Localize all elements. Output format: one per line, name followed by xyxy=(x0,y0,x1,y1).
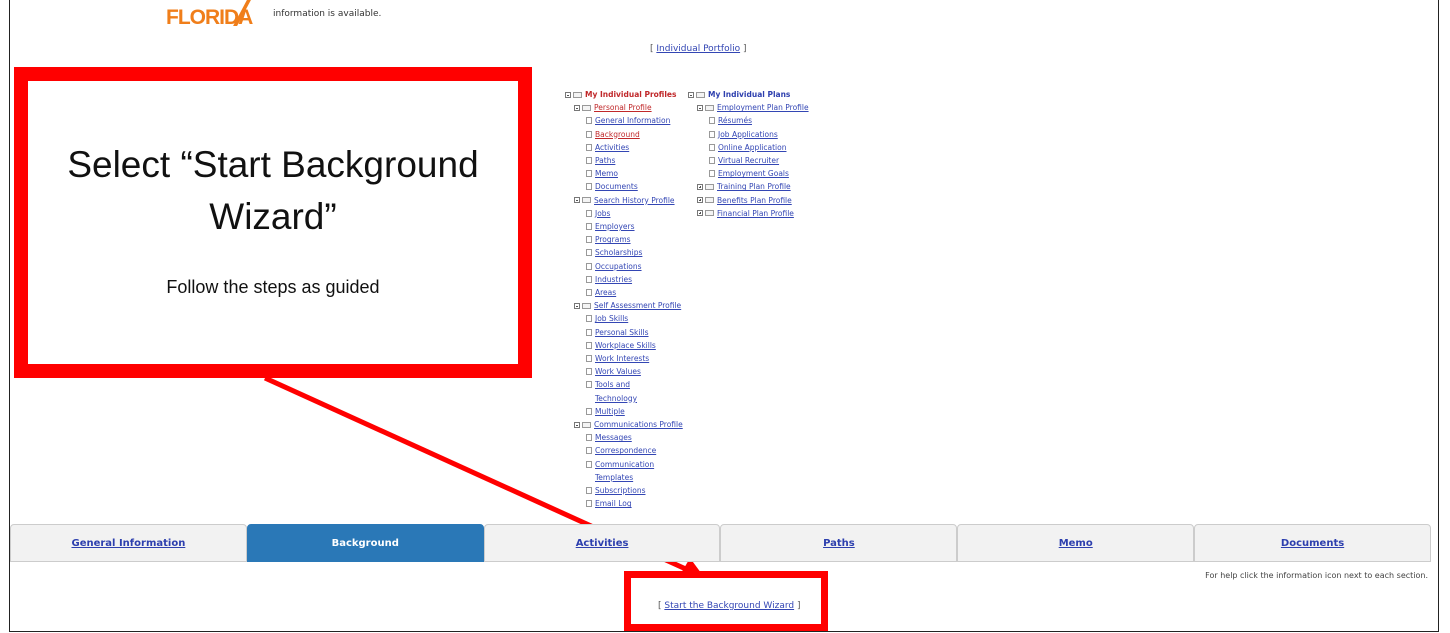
callout-title: Select “Start Background Wizard” xyxy=(67,144,479,237)
tab-documents[interactable]: Documents xyxy=(1194,524,1431,562)
tab-paths[interactable]: Paths xyxy=(720,524,958,562)
tab-activities[interactable]: Activities xyxy=(483,524,721,562)
tab-background[interactable]: Background xyxy=(246,524,484,562)
instruction-callout: Select “Start Background Wizard” Follow … xyxy=(14,67,532,378)
tab-general-information[interactable]: General Information xyxy=(10,524,247,562)
profile-tab-bar: General Information Background Activities P… xyxy=(10,524,1431,562)
help-text: For help click the information icon next… xyxy=(1205,571,1428,580)
tab-memo[interactable]: Memo xyxy=(957,524,1195,562)
wizard-highlight-box xyxy=(624,571,828,631)
callout-subtitle: Follow the steps as guided xyxy=(166,277,380,297)
